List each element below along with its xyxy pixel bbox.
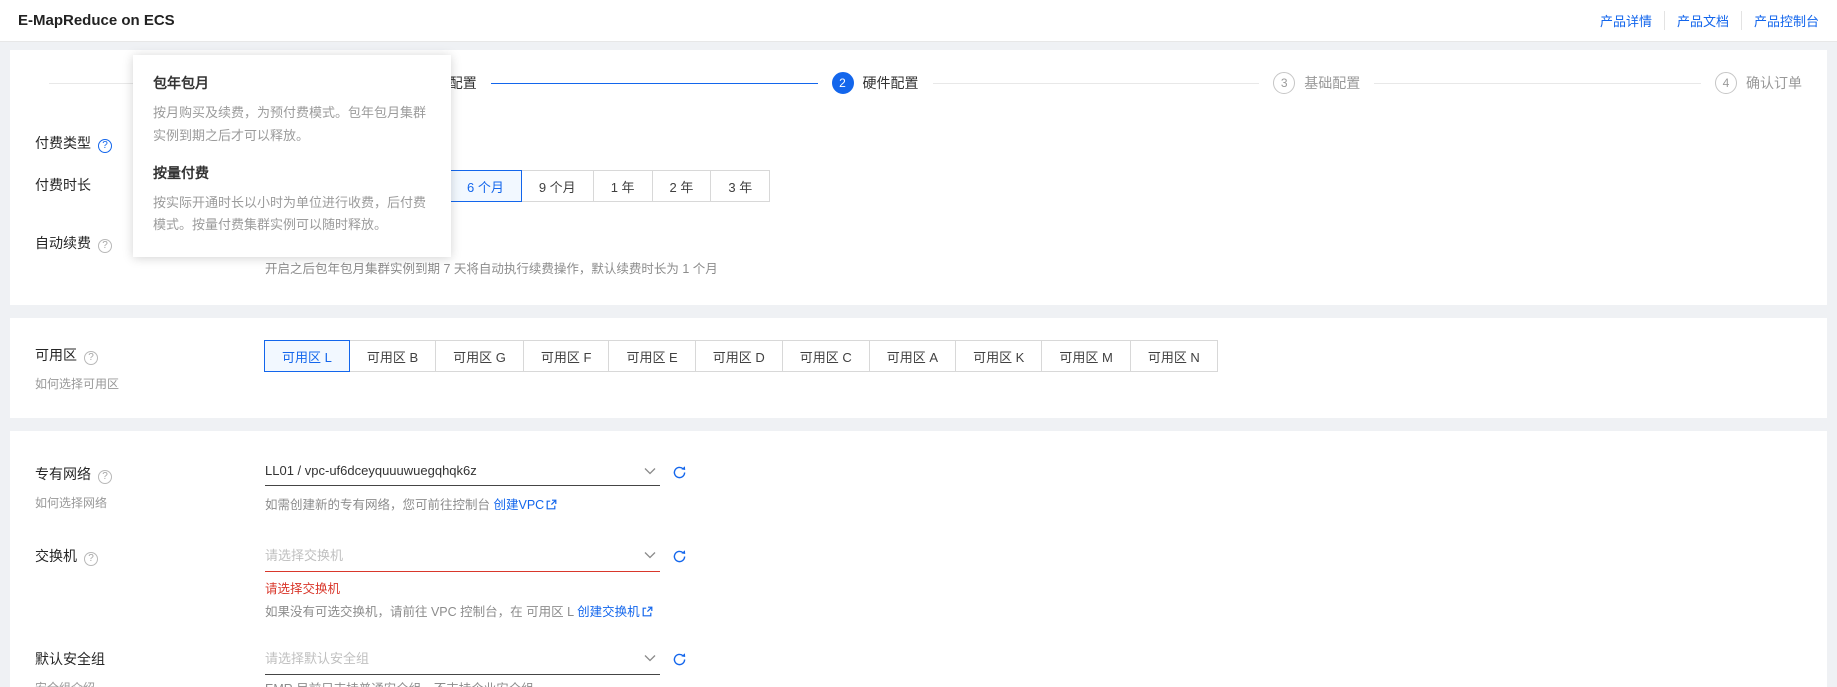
duration-option-button[interactable]: 9 个月 [521, 170, 594, 202]
security-group-select-placeholder: 请选择默认安全组 [265, 648, 369, 667]
vpc-row: 专有网络 如何选择网络 LL01 / vpc-uf6dceyquuuwuegqh… [35, 459, 1802, 515]
zone-option-button[interactable]: 可用区 L [264, 340, 350, 372]
vswitch-help-prefix: 如果没有可选交换机，请前往 VPC 控制台，在 可用区 L [265, 605, 577, 619]
tooltip-section-body: 按月购买及续费，为预付费模式。包年包月集群实例到期之后才可以释放。 [153, 102, 431, 148]
zone-option-button[interactable]: 可用区 E [608, 340, 695, 372]
create-vswitch-link[interactable]: 创建交换机 [577, 605, 640, 619]
app-header: E-MapReduce on ECS 产品详情产品文档产品控制台 [0, 0, 1837, 42]
network-card: 专有网络 如何选择网络 LL01 / vpc-uf6dceyquuuwuegqh… [10, 431, 1827, 687]
vpc-help-prefix: 如需创建新的专有网络，您可前往控制台 [265, 498, 493, 512]
tooltip-section: 包年包月 按月购买及续费，为预付费模式。包年包月集群实例到期之后才可以释放。 [153, 73, 431, 148]
header-link[interactable]: 产品控制台 [1742, 11, 1819, 30]
help-icon[interactable] [98, 239, 112, 253]
pay-type-label: 付费类型 [35, 133, 91, 153]
vpc-label: 专有网络 [35, 464, 91, 484]
zone-option-button[interactable]: 可用区 C [782, 340, 870, 372]
help-icon[interactable] [98, 470, 112, 484]
external-link-icon [546, 499, 557, 510]
vswitch-label: 交换机 [35, 546, 77, 566]
step-circle: 2 [832, 72, 854, 94]
vswitch-select[interactable]: 请选择交换机 [265, 541, 660, 572]
help-icon[interactable] [84, 552, 98, 566]
refresh-icon[interactable] [672, 652, 687, 667]
header-link[interactable]: 产品详情 [1588, 11, 1665, 30]
pay-duration-label: 付费时长 [35, 175, 91, 195]
chevron-down-icon [644, 467, 656, 475]
zone-option-button[interactable]: 可用区 B [349, 340, 436, 372]
security-group-label: 默认安全组 [35, 649, 105, 669]
tooltip-section-title: 包年包月 [153, 73, 431, 93]
chevron-down-icon [644, 654, 656, 662]
step-item[interactable]: 2 硬件配置 [477, 72, 919, 94]
zone-option-button[interactable]: 可用区 G [435, 340, 524, 372]
step-item[interactable]: 4 确认订单 [1360, 72, 1802, 94]
auto-renew-label: 自动续费 [35, 233, 91, 253]
zone-option-button[interactable]: 可用区 K [955, 340, 1042, 372]
duration-option-button[interactable]: 2 年 [652, 170, 712, 202]
step-label: 基础配置 [1304, 73, 1360, 93]
step-connector [1374, 83, 1701, 84]
step-label: 硬件配置 [863, 73, 919, 93]
tooltip-section-body: 按实际开通时长以小时为单位进行收费，后付费模式。按量付费集群实例可以随时释放。 [153, 192, 431, 238]
zone-option-button[interactable]: 可用区 M [1041, 340, 1130, 372]
vswitch-help-text: 如果没有可选交换机，请前往 VPC 控制台，在 可用区 L 创建交换机 [265, 602, 1802, 622]
vswitch-row: 交换机 请选择交换机 请选择交换机 如果没有可选交换机，请前往 VPC 控制台，… [35, 541, 1802, 622]
security-group-help-1: EMR 目前只支持普通安全组，不支持企业安全组 [265, 679, 1802, 687]
vpc-select-value: LL01 / vpc-uf6dceyquuuwuegqhqk6z [265, 463, 477, 478]
zone-help-link[interactable]: 如何选择可用区 [35, 375, 265, 392]
help-icon[interactable] [84, 351, 98, 365]
duration-option-button[interactable]: 1 年 [593, 170, 653, 202]
tooltip-section-title: 按量付费 [153, 163, 431, 183]
zone-option-button[interactable]: 可用区 F [523, 340, 610, 372]
security-group-select[interactable]: 请选择默认安全组 [265, 644, 660, 675]
duration-option-button[interactable]: 6 个月 [449, 170, 522, 202]
zone-card: 可用区 如何选择可用区 可用区 L可用区 B可用区 G可用区 F可用区 E可用区… [10, 318, 1827, 418]
tooltip-section: 按量付费 按实际开通时长以小时为单位进行收费，后付费模式。按量付费集群实例可以随… [153, 163, 431, 238]
vpc-help-link[interactable]: 如何选择网络 [35, 494, 265, 511]
auto-renew-help: 开启之后包年包月集群实例到期 7 天将自动执行续费操作，默认续费时长为 1 个月 [265, 259, 1802, 279]
external-link-icon [642, 606, 653, 617]
vswitch-select-placeholder: 请选择交换机 [265, 545, 343, 564]
step-item[interactable]: 3 基础配置 [919, 72, 1361, 94]
vswitch-error-text: 请选择交换机 [265, 578, 1802, 597]
refresh-icon[interactable] [672, 465, 687, 480]
zone-option-button[interactable]: 可用区 D [695, 340, 783, 372]
step-label: 确认订单 [1746, 73, 1802, 93]
create-vpc-link[interactable]: 创建VPC [493, 498, 544, 512]
zone-label: 可用区 [35, 345, 77, 365]
header-link[interactable]: 产品文档 [1665, 11, 1742, 30]
zone-option-button[interactable]: 可用区 N [1130, 340, 1218, 372]
zone-button-group: 可用区 L可用区 B可用区 G可用区 F可用区 E可用区 D可用区 C可用区 A… [265, 340, 1802, 372]
header-links: 产品详情产品文档产品控制台 [1588, 11, 1819, 30]
zone-option-button[interactable]: 可用区 A [869, 340, 956, 372]
refresh-icon[interactable] [672, 549, 687, 564]
chevron-down-icon [644, 551, 656, 559]
security-group-sublabel: 安全组介绍 [35, 679, 265, 687]
step-connector [933, 83, 1260, 84]
page-title: E-MapReduce on ECS [18, 12, 175, 29]
vpc-help-text: 如需创建新的专有网络，您可前往控制台 创建VPC [265, 495, 1802, 515]
security-group-row: 默认安全组 安全组介绍 请选择默认安全组 EMR 目前只支持普通安全组，不支持企… [35, 644, 1802, 687]
zone-row: 可用区 如何选择可用区 可用区 L可用区 B可用区 G可用区 F可用区 E可用区… [35, 340, 1802, 392]
duration-option-button[interactable]: 3 年 [710, 170, 770, 202]
duration-button-group: 6 个月9 个月1 年2 年3 年 [450, 170, 1802, 202]
step-connector [491, 83, 818, 84]
step-circle: 4 [1715, 72, 1737, 94]
step-circle: 3 [1273, 72, 1295, 94]
pay-type-tooltip: 包年包月 按月购买及续费，为预付费模式。包年包月集群实例到期之后才可以释放。 按… [133, 55, 451, 257]
help-icon[interactable] [98, 139, 112, 153]
vpc-select[interactable]: LL01 / vpc-uf6dceyquuuwuegqhqk6z [265, 459, 660, 486]
